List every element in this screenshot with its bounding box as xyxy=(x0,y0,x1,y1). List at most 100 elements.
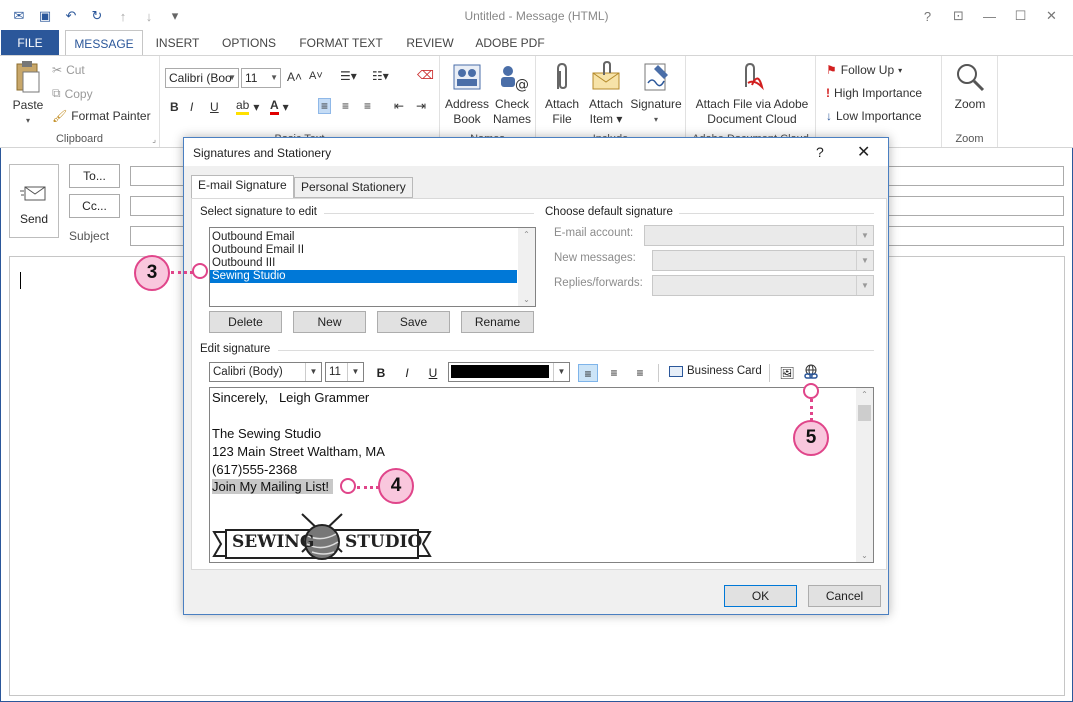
tab-format-text[interactable]: FORMAT TEXT xyxy=(296,30,386,56)
clear-formatting-icon[interactable]: ⌫ xyxy=(417,68,434,82)
insert-picture-icon[interactable]: 🖼 xyxy=(777,364,797,382)
align-center-icon[interactable]: ≡ xyxy=(342,99,349,113)
grow-font-icon[interactable]: A˄ xyxy=(287,70,302,84)
scroll-thumb[interactable] xyxy=(858,405,871,421)
tab-options[interactable]: OPTIONS xyxy=(215,30,283,56)
increase-indent-icon[interactable]: ⇥ xyxy=(416,99,426,113)
address-book-button[interactable]: Address Book xyxy=(444,61,490,127)
attach-file-button[interactable]: Attach File xyxy=(540,61,584,127)
hyperlink-icon[interactable] xyxy=(801,364,821,382)
save-button[interactable]: Save xyxy=(377,311,450,333)
maximize-icon[interactable]: ☐ xyxy=(1005,4,1036,28)
paperclip-icon xyxy=(557,62,567,90)
bullets-icon[interactable]: ☰▾ xyxy=(340,69,357,83)
copy-button[interactable]: ⧉ Copy xyxy=(52,86,93,101)
cut-button[interactable]: ✂ Cut xyxy=(52,63,85,77)
editor-scrollbar[interactable]: ⌃ ⌄ xyxy=(856,388,873,562)
attach-item-button[interactable]: Attach Item ▾ xyxy=(584,60,628,127)
new-button[interactable]: New xyxy=(293,311,366,333)
scroll-down-icon[interactable]: ⌄ xyxy=(518,295,535,304)
signatures-dialog: Signatures and Stationery ? ✕ Personal S… xyxy=(183,137,889,615)
send-button[interactable]: Send xyxy=(9,164,59,238)
tab-adobe-pdf[interactable]: ADOBE PDF xyxy=(470,30,550,56)
highlight-icon[interactable]: ab ▾ xyxy=(236,98,259,115)
close-icon[interactable]: ✕ xyxy=(1036,4,1067,28)
bold-icon[interactable]: B xyxy=(170,100,179,114)
attach-adobe-button[interactable]: Attach File via Adobe Document Cloud xyxy=(690,61,814,127)
align-right-icon[interactable]: ≡ xyxy=(364,99,371,113)
scroll-up-icon[interactable]: ⌃ xyxy=(518,230,535,239)
italic-icon[interactable]: I xyxy=(397,364,417,382)
font-size-combo[interactable]: 11 ▼ xyxy=(241,68,281,88)
scroll-down-icon[interactable]: ⌄ xyxy=(856,551,873,560)
low-importance-button[interactable]: ↓ Low Importance xyxy=(826,109,921,123)
logo-text-right: STUDIO xyxy=(345,532,423,552)
dialog-launcher-icon[interactable]: ⌟ xyxy=(152,135,156,144)
align-right-icon[interactable]: ≡ xyxy=(630,364,650,382)
tab-insert[interactable]: INSERT xyxy=(150,30,205,56)
tab-message[interactable]: MESSAGE xyxy=(65,30,143,56)
send-envelope-icon xyxy=(20,186,46,201)
tags-group: ⚑ Follow Up ▾ ! High Importance ↓ Low Import… xyxy=(816,56,942,147)
mailing-list-text-selected[interactable]: Join My Mailing List! xyxy=(212,479,334,494)
list-item[interactable]: Outbound III xyxy=(210,257,518,270)
underline-icon[interactable]: U xyxy=(210,100,219,114)
callout-anchor xyxy=(340,478,356,494)
paste-button[interactable]: Paste ▾ xyxy=(8,60,48,128)
signature-button[interactable]: Signature ▾ xyxy=(628,61,684,127)
underline-icon[interactable]: U xyxy=(423,364,443,382)
chevron-down-icon: ▼ xyxy=(856,226,873,245)
align-center-icon[interactable]: ≡ xyxy=(604,364,624,382)
new-messages-combo[interactable]: ▼ xyxy=(652,250,874,271)
exclamation-icon: ! xyxy=(826,86,830,100)
list-item[interactable]: Outbound Email II xyxy=(210,244,518,257)
dialog-help-icon[interactable]: ? xyxy=(816,144,824,160)
align-left-icon[interactable]: ≡ xyxy=(318,98,332,114)
italic-icon[interactable]: I xyxy=(190,100,193,114)
signature-font-combo[interactable]: Calibri (Body) ▼ xyxy=(209,362,322,382)
editor-line: 123 Main Street Waltham, MA xyxy=(212,444,385,459)
check-names-button[interactable]: @ Check Names xyxy=(490,61,534,127)
list-item[interactable]: Outbound Email xyxy=(210,231,518,244)
email-account-combo[interactable]: ▼ xyxy=(644,225,874,246)
cancel-button[interactable]: Cancel xyxy=(808,585,881,607)
dialog-close-icon[interactable]: ✕ xyxy=(857,142,870,162)
scroll-up-icon[interactable]: ⌃ xyxy=(856,390,873,399)
delete-button[interactable]: Delete xyxy=(209,311,282,333)
ribbon-display-icon[interactable]: ⊡ xyxy=(943,4,974,28)
list-item-selected[interactable]: Sewing Studio xyxy=(210,270,517,283)
text-cursor xyxy=(20,272,21,289)
high-importance-button[interactable]: ! High Importance xyxy=(826,86,922,100)
signature-editor[interactable]: Sincerely, Leigh Grammer The Sewing Stud… xyxy=(209,387,874,563)
business-card-button[interactable]: Business Card xyxy=(669,365,762,377)
rename-button[interactable]: Rename xyxy=(461,311,534,333)
tab-email-signature[interactable]: E-mail Signature xyxy=(191,175,294,199)
tab-personal-stationery[interactable]: Personal Stationery xyxy=(294,177,413,198)
help-icon[interactable]: ? xyxy=(912,4,943,28)
zoom-button[interactable]: Zoom xyxy=(946,61,994,112)
list-scrollbar[interactable]: ⌃ ⌄ xyxy=(518,228,535,306)
signature-list[interactable]: Outbound Email Outbound Email II Outboun… xyxy=(209,227,536,307)
cc-button[interactable]: Cc... xyxy=(69,194,120,218)
font-color-icon[interactable]: A ▾ xyxy=(270,98,289,115)
replies-forwards-combo[interactable]: ▼ xyxy=(652,275,874,296)
tab-review[interactable]: REVIEW xyxy=(402,30,458,56)
font-combo[interactable]: Calibri (Boo ▼ xyxy=(165,68,239,88)
bold-icon[interactable]: B xyxy=(371,364,391,382)
follow-up-button[interactable]: ⚑ Follow Up ▾ xyxy=(826,63,902,77)
sewing-studio-logo: SEWING STUDIO xyxy=(212,512,432,562)
envelope-clip-icon xyxy=(592,60,620,90)
signature-size-combo[interactable]: 11 ▼ xyxy=(325,362,364,382)
decrease-indent-icon[interactable]: ⇤ xyxy=(394,99,404,113)
shrink-font-icon[interactable]: A˅ xyxy=(309,70,323,82)
names-group: Address Book @ Check Names Names xyxy=(440,56,536,147)
numbering-icon[interactable]: ☷▾ xyxy=(372,69,389,83)
callout-5: 5 xyxy=(793,420,829,456)
align-left-icon[interactable]: ≡ xyxy=(578,364,598,382)
minimize-icon[interactable]: — xyxy=(974,4,1005,28)
font-color-combo[interactable]: ▼ xyxy=(448,362,570,382)
to-button[interactable]: To... xyxy=(69,164,120,188)
format-painter-button[interactable]: 🖌 Format Painter xyxy=(52,109,151,123)
tab-file[interactable]: FILE xyxy=(1,30,59,56)
ok-button[interactable]: OK xyxy=(724,585,797,607)
